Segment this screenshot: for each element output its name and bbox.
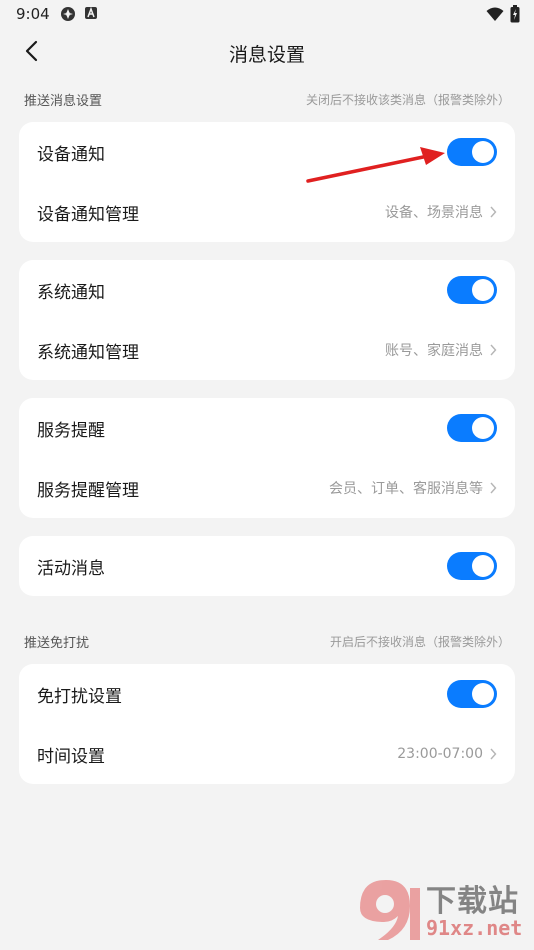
service-reminder-toggle[interactable] bbox=[447, 414, 497, 442]
dnd-toggle[interactable] bbox=[447, 680, 497, 708]
toggle-knob bbox=[472, 279, 494, 301]
toggle-knob bbox=[472, 141, 494, 163]
app-notification-icon bbox=[84, 6, 98, 22]
section-title: 推送免打扰 bbox=[24, 635, 90, 651]
toggle-knob bbox=[472, 417, 494, 439]
toggle-knob bbox=[472, 683, 494, 705]
page-title: 消息设置 bbox=[228, 44, 305, 66]
row-label: 服务提醒 bbox=[37, 420, 105, 441]
screen: 9:04 消息设置 推送消息设置 关闭后不接收该类消息（报警类除外） 设备通知 … bbox=[0, 0, 534, 950]
row-label: 设备通知管理 bbox=[37, 204, 139, 225]
row-label: 服务提醒管理 bbox=[37, 480, 139, 501]
status-time: 9:04 bbox=[16, 5, 50, 23]
location-icon bbox=[60, 6, 76, 22]
chevron-right-icon bbox=[489, 206, 497, 218]
watermark-brand: 下载站 bbox=[426, 884, 519, 919]
battery-icon bbox=[510, 5, 520, 23]
section-note: 开启后不接收消息（报警类除外） bbox=[329, 634, 510, 649]
row-service-reminder-manage[interactable]: 服务提醒管理 会员、订单、客服消息等 bbox=[19, 458, 515, 518]
chevron-right-icon bbox=[489, 748, 497, 760]
section-title: 推送消息设置 bbox=[24, 93, 103, 109]
row-service-reminder: 服务提醒 bbox=[19, 398, 515, 458]
wifi-icon bbox=[486, 6, 504, 22]
row-time-setting[interactable]: 时间设置 23:00-07:00 bbox=[19, 724, 515, 784]
card-service-reminder: 服务提醒 服务提醒管理 会员、订单、客服消息等 bbox=[19, 398, 515, 518]
watermark-url: 91xz.net bbox=[426, 916, 523, 940]
row-label: 系统通知 bbox=[37, 282, 105, 303]
row-value: 23:00-07:00 bbox=[397, 746, 483, 762]
device-notification-toggle[interactable] bbox=[447, 138, 497, 166]
section-note: 关闭后不接收该类消息（报警类除外） bbox=[305, 92, 510, 107]
row-label: 时间设置 bbox=[37, 746, 105, 767]
section-header-push: 推送消息设置 关闭后不接收该类消息（报警类除外） bbox=[24, 89, 510, 109]
row-label: 活动消息 bbox=[37, 558, 105, 579]
row-value: 会员、订单、客服消息等 bbox=[329, 481, 483, 497]
card-activity-message: 活动消息 bbox=[19, 536, 515, 596]
row-system-notification-manage[interactable]: 系统通知管理 账号、家庭消息 bbox=[19, 320, 515, 380]
row-label: 免打扰设置 bbox=[37, 686, 122, 707]
row-activity-message: 活动消息 bbox=[19, 536, 515, 596]
chevron-right-icon bbox=[489, 344, 497, 356]
annotation-arrow-icon bbox=[300, 145, 450, 194]
row-label: 系统通知管理 bbox=[37, 342, 139, 363]
watermark: 下载站 91xz.net bbox=[348, 868, 528, 948]
row-label: 设备通知 bbox=[37, 144, 105, 165]
row-value: 设备、场景消息 bbox=[385, 205, 483, 221]
header: 消息设置 bbox=[0, 28, 534, 76]
toggle-knob bbox=[472, 555, 494, 577]
card-do-not-disturb: 免打扰设置 时间设置 23:00-07:00 bbox=[19, 664, 515, 784]
row-value: 账号、家庭消息 bbox=[385, 343, 483, 359]
status-bar: 9:04 bbox=[0, 0, 534, 28]
activity-message-toggle[interactable] bbox=[447, 552, 497, 580]
system-notification-toggle[interactable] bbox=[447, 276, 497, 304]
chevron-right-icon bbox=[489, 482, 497, 494]
section-header-dnd: 推送免打扰 开启后不接收消息（报警类除外） bbox=[24, 631, 510, 651]
row-system-notification: 系统通知 bbox=[19, 260, 515, 320]
card-system-notification: 系统通知 系统通知管理 账号、家庭消息 bbox=[19, 260, 515, 380]
row-dnd-setting: 免打扰设置 bbox=[19, 664, 515, 724]
